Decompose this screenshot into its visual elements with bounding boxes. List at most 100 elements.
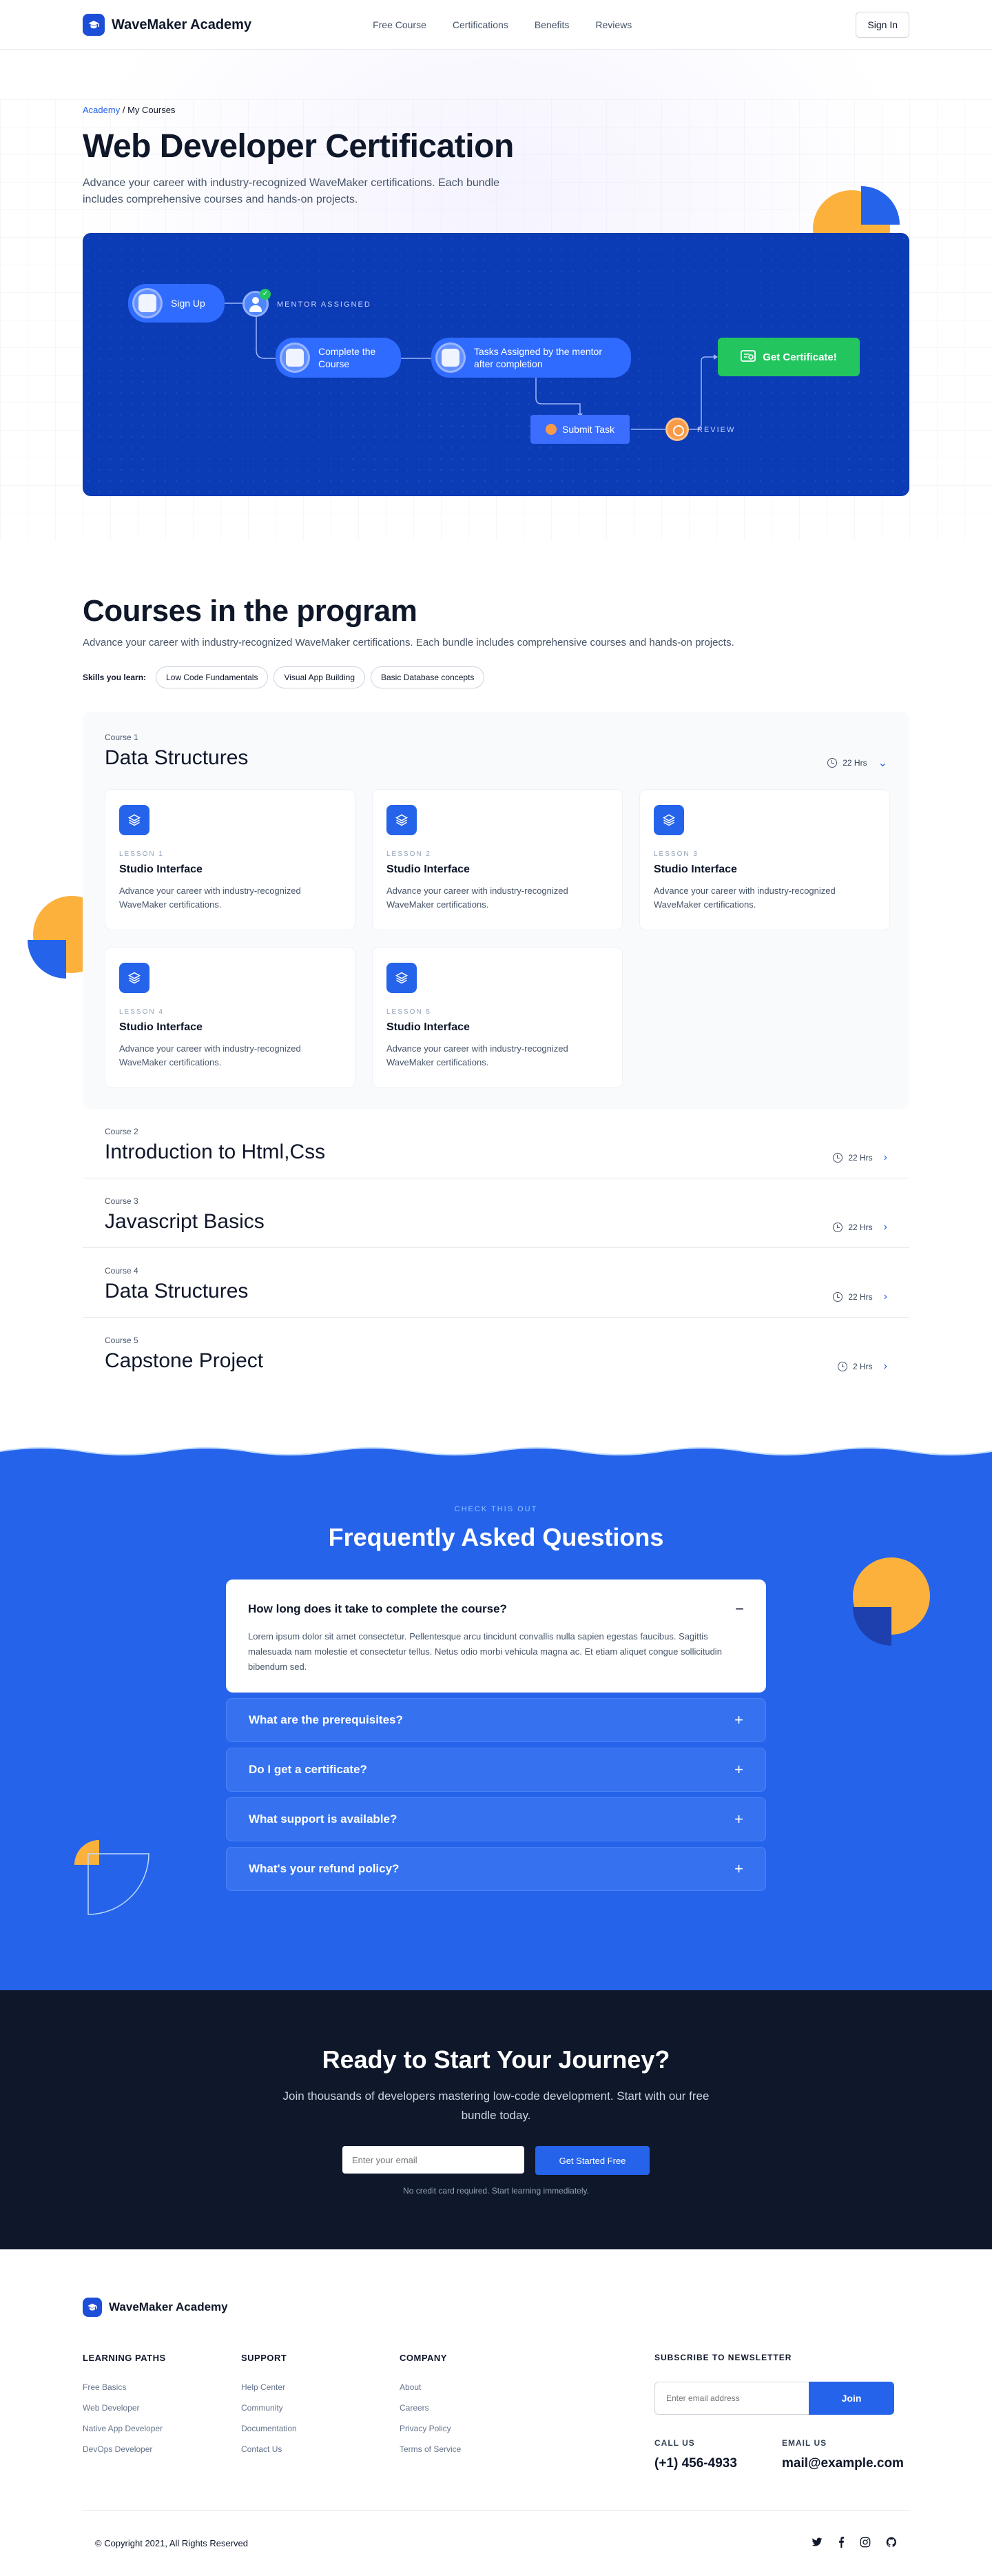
course-number: Course 1 (105, 733, 138, 742)
instagram-icon[interactable] (860, 2537, 871, 2551)
brand[interactable]: WaveMaker Academy (83, 14, 251, 36)
get-certificate-button[interactable]: Get Certificate! (718, 338, 860, 376)
chevron-down-icon[interactable]: ⌄ (878, 756, 887, 770)
course-title: Data Structures (105, 1280, 249, 1302)
sign-in-button[interactable]: Sign In (856, 12, 909, 38)
lesson-card[interactable]: LESSON 5 Studio Interface Advance your c… (372, 947, 623, 1088)
faq-question: What are the prerequisites? + (249, 1711, 743, 1729)
skills-label: Skills you learn: (83, 673, 147, 682)
get-started-button[interactable]: Get Started Free (535, 2146, 650, 2175)
chevron-right-icon[interactable]: › (884, 1291, 887, 1303)
newsletter-join-button[interactable]: Join (809, 2382, 894, 2415)
nav-link-free-course[interactable]: Free Course (373, 19, 426, 30)
cta-email-input[interactable] (342, 2146, 524, 2174)
skill-chip[interactable]: Visual App Building (273, 666, 365, 688)
footer: WaveMaker Academy LEARNING PATHS Free Ba… (0, 2249, 992, 2576)
minus-icon[interactable]: − (735, 1600, 744, 1618)
get-certificate-label: Get Certificate! (763, 351, 837, 363)
footer-link[interactable]: Careers (400, 2403, 558, 2413)
course-number: Course 5 (105, 1336, 138, 1345)
clock-icon (833, 1292, 843, 1302)
certification-flow-diagram: Sign Up ✓ MENTOR ASSIGNED Complete the C… (83, 233, 909, 496)
course-row[interactable]: Course 5 Capstone Project 2 Hrs › (83, 1318, 909, 1387)
footer-link[interactable]: Community (241, 2403, 400, 2413)
course-hours: 22 Hrs (848, 1223, 873, 1232)
chevron-right-icon[interactable]: › (884, 1221, 887, 1234)
graduation-cap-icon (83, 2298, 102, 2317)
faq-question: How long does it take to complete the co… (248, 1600, 744, 1618)
lesson-description: Advance your career with industry-recogn… (386, 1043, 568, 1067)
footer-link[interactable]: Free Basics (83, 2382, 241, 2392)
course-hours: 22 Hrs (848, 1153, 873, 1163)
nav-links: Free Course Certifications Benefits Revi… (373, 19, 632, 30)
step-submit-task[interactable]: Submit Task (530, 415, 630, 444)
faq-wave-divider (0, 1447, 992, 1472)
footer-link[interactable]: Documentation (241, 2424, 400, 2433)
plus-icon[interactable]: + (734, 1810, 743, 1828)
plus-icon[interactable]: + (734, 1711, 743, 1729)
course-row[interactable]: Course 3 Javascript Basics 22 Hrs › (83, 1178, 909, 1248)
footer-col-title: COMPANY (400, 2353, 447, 2363)
plus-icon[interactable]: + (734, 1860, 743, 1878)
page-subtitle: Advance your career with industry-recogn… (83, 177, 500, 205)
email-value[interactable]: mail@example.com (782, 2456, 909, 2471)
layers-icon (654, 805, 684, 835)
faq-question-text: What support is available? (249, 1812, 397, 1826)
cta-title: Ready to Start Your Journey? (322, 2045, 670, 2074)
lesson-card[interactable]: LESSON 4 Studio Interface Advance your c… (105, 947, 355, 1088)
call-value[interactable]: (+1) 456-4933 (654, 2456, 782, 2471)
clock-icon (833, 1223, 843, 1232)
nav-link-benefits[interactable]: Benefits (535, 19, 570, 30)
course-list: Course 2 Introduction to Html,Css 22 Hrs… (83, 1109, 909, 1387)
faq-question-text: What are the prerequisites? (249, 1713, 403, 1726)
submit-icon (546, 424, 557, 435)
twitter-icon[interactable] (812, 2537, 823, 2550)
course-row[interactable]: Course 4 Data Structures 22 Hrs › (83, 1248, 909, 1318)
lesson-card[interactable]: LESSON 1 Studio Interface Advance your c… (105, 789, 355, 930)
nav-link-reviews[interactable]: Reviews (595, 19, 632, 30)
cta-note: No credit card required. Start learning … (403, 2186, 589, 2196)
course-header[interactable]: Course 1 Data Structures 22 Hrs ⌄ (105, 733, 887, 770)
faq-section: CHECK THIS OUT Frequently Asked Question… (0, 1447, 992, 1990)
course-number: Course 4 (105, 1266, 138, 1276)
facebook-icon[interactable] (838, 2536, 845, 2551)
skill-chip[interactable]: Low Code Fundamentals (156, 666, 269, 688)
footer-link[interactable]: Web Developer (83, 2403, 241, 2413)
courses-section: Courses in the program Advance your care… (0, 532, 992, 1387)
plus-icon[interactable]: + (734, 1761, 743, 1779)
footer-link[interactable]: Terms of Service (400, 2444, 558, 2454)
faq-item[interactable]: Do I get a certificate? + (226, 1748, 766, 1792)
footer-link[interactable]: Help Center (241, 2382, 400, 2392)
contacts: CALL US (+1) 456-4933 EMAIL US mail@exam… (654, 2438, 909, 2471)
footer-link[interactable]: Privacy Policy (400, 2424, 558, 2433)
chevron-right-icon[interactable]: › (884, 1152, 887, 1164)
faq-item[interactable]: What are the prerequisites? + (226, 1698, 766, 1742)
lesson-title: Studio Interface (386, 1021, 470, 1033)
footer-brand[interactable]: WaveMaker Academy (83, 2298, 909, 2317)
chevron-right-icon[interactable]: › (884, 1360, 887, 1373)
footer-link[interactable]: Contact Us (241, 2444, 400, 2454)
footer-link[interactable]: DevOps Developer (83, 2444, 241, 2454)
github-icon[interactable] (886, 2537, 897, 2551)
faq-title: Frequently Asked Questions (328, 1523, 664, 1551)
courses-title: Courses in the program (83, 594, 417, 628)
submit-task-label: Submit Task (562, 424, 614, 435)
course-hours: 22 Hrs (848, 1292, 873, 1302)
course-row[interactable]: Course 2 Introduction to Html,Css 22 Hrs… (83, 1109, 909, 1178)
footer-link[interactable]: Native App Developer (83, 2424, 241, 2433)
nav-link-certifications[interactable]: Certifications (453, 19, 508, 30)
footer-link[interactable]: About (400, 2382, 558, 2392)
contact-call: CALL US (+1) 456-4933 (654, 2438, 782, 2471)
skill-chip[interactable]: Basic Database concepts (371, 666, 485, 688)
faq-item[interactable]: What support is available? + (226, 1797, 766, 1841)
course-number: Course 3 (105, 1196, 138, 1206)
faq-item[interactable]: What's your refund policy? + (226, 1847, 766, 1891)
lesson-card[interactable]: LESSON 2 Studio Interface Advance your c… (372, 789, 623, 930)
email-label: EMAIL US (782, 2438, 827, 2448)
mentor-assigned-label: MENTOR ASSIGNED (277, 300, 371, 309)
newsletter-email-input[interactable] (654, 2382, 809, 2415)
step-tasks-assigned-label: Tasks Assigned by the mentor after compl… (474, 346, 602, 369)
faq-item-expanded[interactable]: How long does it take to complete the co… (226, 1580, 766, 1693)
lesson-card[interactable]: LESSON 3 Studio Interface Advance your c… (639, 789, 890, 930)
breadcrumb-academy-link[interactable]: Academy (83, 105, 120, 115)
